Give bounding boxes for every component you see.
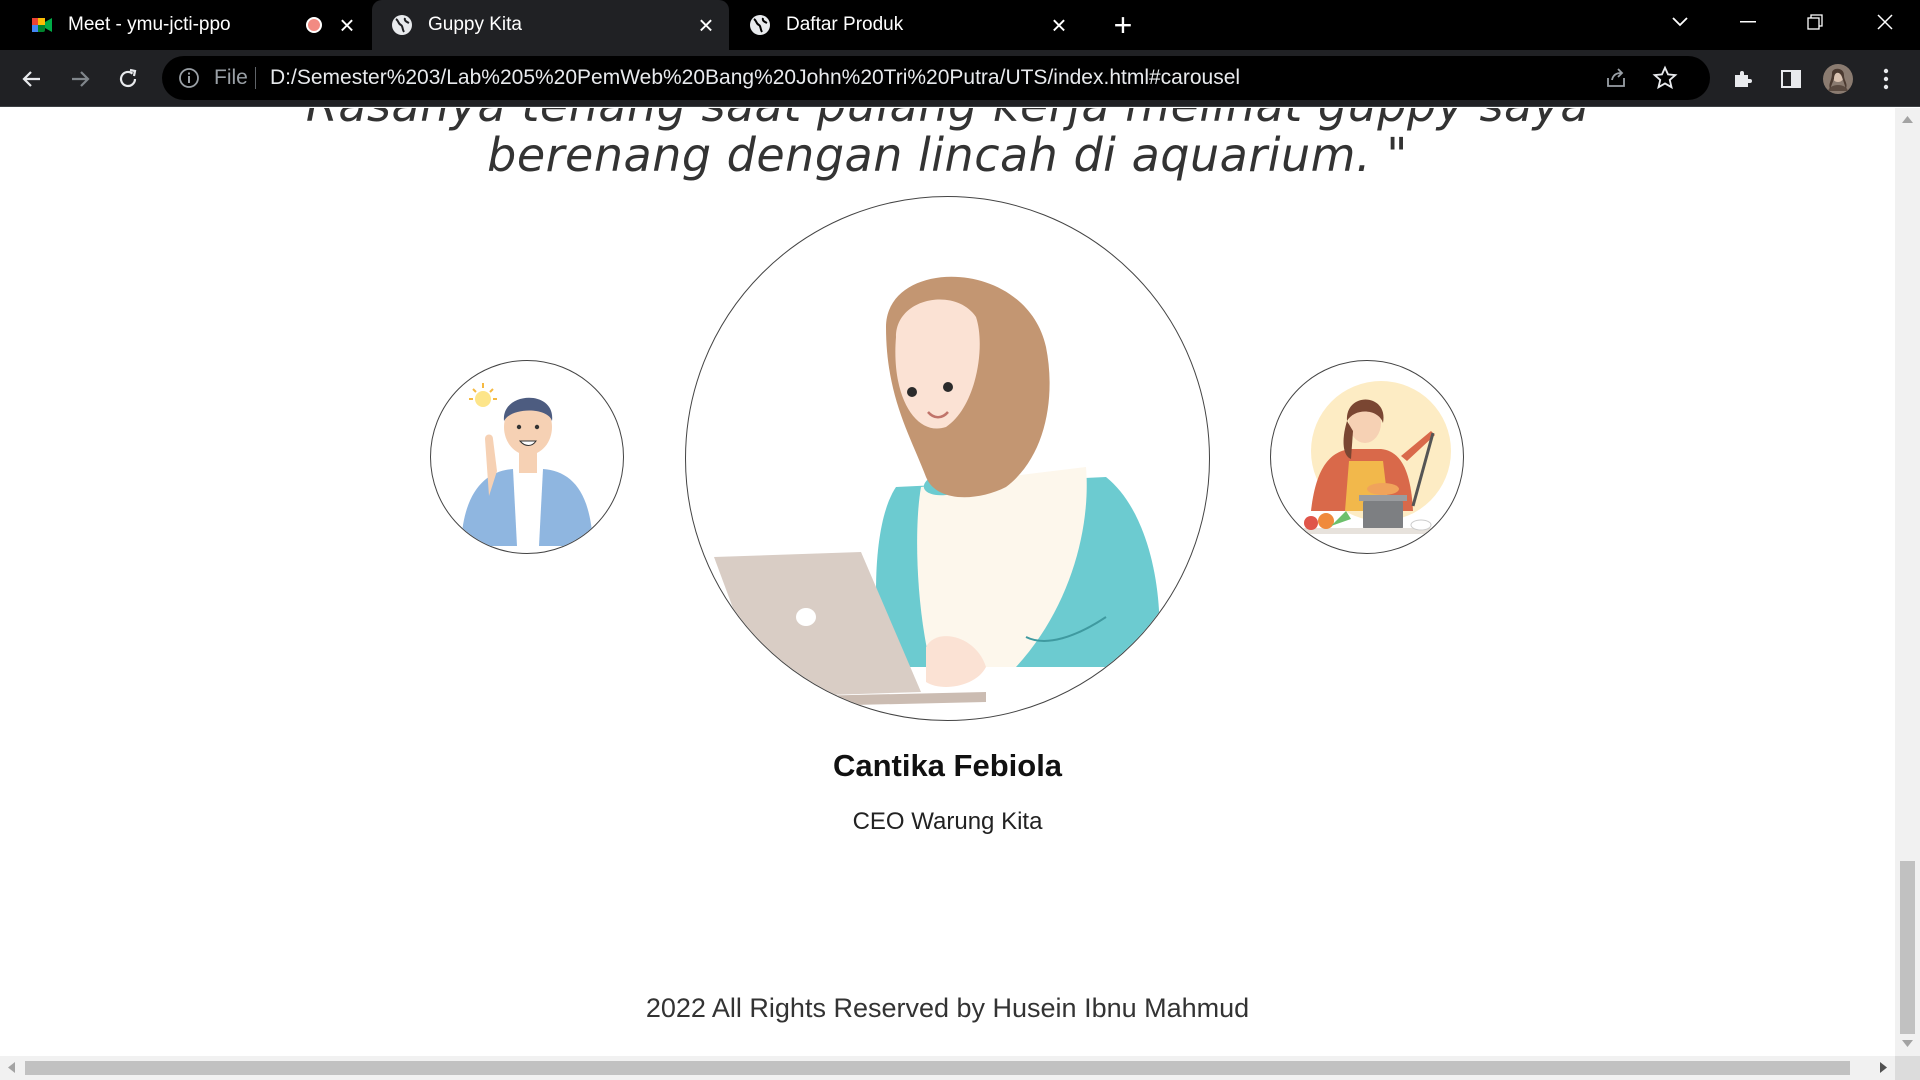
- woman-laptop-illustration: [714, 276, 1160, 707]
- puzzle-piece-icon: [1735, 71, 1752, 87]
- reload-icon: [119, 68, 137, 88]
- profile-button[interactable]: [1821, 62, 1855, 96]
- man-idea-illustration: [461, 383, 593, 546]
- scroll-up-arrow-icon[interactable]: [1902, 116, 1913, 123]
- horizontal-scroll-thumb[interactable]: [25, 1061, 1850, 1075]
- restore-button[interactable]: [1785, 0, 1845, 44]
- google-meet-icon: [32, 18, 52, 32]
- side-panel-icon: [1781, 70, 1801, 88]
- arrow-left-icon: [22, 71, 40, 87]
- woman-cooking-illustration: [1291, 381, 1451, 534]
- tab-daftar-produk[interactable]: Daftar Produk ×: [730, 0, 1082, 50]
- close-tab-icon[interactable]: ×: [693, 12, 719, 38]
- minimize-icon: [1740, 21, 1756, 23]
- info-icon[interactable]: [178, 67, 200, 89]
- address-bar[interactable]: File D:/Semester%203/Lab%205%20PemWeb%20…: [162, 56, 1710, 100]
- testimonial-avatar: [685, 196, 1210, 721]
- close-icon: [1877, 14, 1893, 30]
- close-tab-icon[interactable]: ×: [1046, 12, 1072, 38]
- vertical-scroll-thumb[interactable]: [1900, 861, 1915, 1034]
- testimonial-name: Cantika Febiola: [832, 748, 1063, 783]
- chevron-down-icon: [1672, 17, 1688, 27]
- tab-guppy-kita[interactable]: Guppy Kita ×: [372, 0, 729, 50]
- extensions-button[interactable]: [1726, 62, 1760, 96]
- carousel-prev-avatar[interactable]: [430, 360, 624, 554]
- page-viewport: Rasanya tenang saat pulang kerja melihat…: [0, 108, 1895, 1056]
- globe-icon: [392, 15, 412, 35]
- arrow-right-icon: [72, 71, 90, 87]
- tab-title: Daftar Produk: [786, 14, 904, 35]
- bookmark-star-icon[interactable]: [1652, 65, 1678, 91]
- scroll-right-arrow-icon[interactable]: [1880, 1062, 1887, 1073]
- browser-toolbar: File D:/Semester%203/Lab%205%20PemWeb%20…: [0, 50, 1920, 107]
- forward-button[interactable]: [63, 62, 97, 96]
- carousel-next-avatar[interactable]: [1270, 360, 1464, 554]
- tab-search-button[interactable]: [1650, 0, 1710, 44]
- menu-button[interactable]: [1869, 62, 1903, 96]
- avatar: [1823, 64, 1853, 94]
- scrollbar-corner: [1895, 1056, 1920, 1080]
- scroll-left-arrow-icon[interactable]: [8, 1062, 15, 1073]
- tab-title: Meet - ymu-jcti-ppo: [68, 14, 231, 35]
- close-window-button[interactable]: [1855, 0, 1915, 44]
- restore-icon: [1807, 14, 1823, 30]
- close-tab-icon[interactable]: ×: [334, 12, 360, 38]
- tab-meet[interactable]: Meet - ymu-jcti-ppo ×: [0, 0, 370, 50]
- new-tab-button[interactable]: +: [1108, 9, 1138, 41]
- url-text[interactable]: D:/Semester%203/Lab%205%20PemWeb%20Bang%…: [270, 66, 1240, 90]
- vertical-scrollbar[interactable]: [1895, 108, 1920, 1056]
- back-button[interactable]: [15, 62, 49, 96]
- tab-strip: Meet - ymu-jcti-ppo × Guppy Kita × Dafta…: [0, 0, 1920, 50]
- footer-copyright: 2022 All Rights Reserved by Husein Ibnu …: [645, 993, 1250, 1023]
- more-vertical-icon: [1883, 68, 1889, 90]
- share-icon[interactable]: [1604, 66, 1628, 90]
- side-panel-button[interactable]: [1774, 62, 1808, 96]
- recording-indicator-icon: [306, 17, 322, 33]
- testimonial-role: CEO Warung Kita: [852, 808, 1043, 835]
- omnibox-divider: [255, 67, 256, 89]
- testimonial-quote-line2: berenang dengan lincah di aquarium. ": [487, 128, 1408, 182]
- horizontal-scrollbar[interactable]: [0, 1056, 1895, 1080]
- scroll-down-arrow-icon[interactable]: [1902, 1040, 1913, 1047]
- minimize-button[interactable]: [1718, 0, 1778, 44]
- globe-icon: [750, 15, 770, 35]
- tab-title: Guppy Kita: [428, 14, 522, 35]
- reload-button[interactable]: [111, 62, 145, 96]
- file-scheme-label: File: [214, 66, 248, 89]
